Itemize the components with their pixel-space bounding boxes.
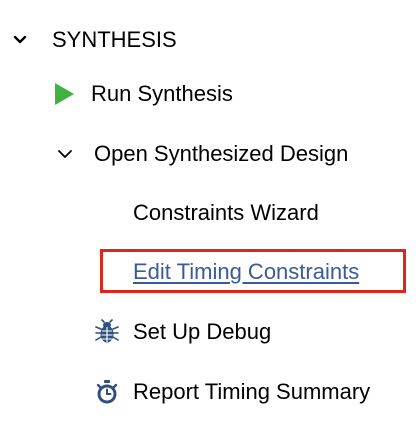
set-up-debug-label: Set Up Debug — [133, 319, 272, 344]
edit-timing-constraints-link[interactable]: Edit Timing Constraints — [133, 252, 359, 292]
set-up-debug-item[interactable]: Set Up Debug — [94, 312, 271, 352]
flow-navigator-panel: SYNTHESIS Run Synthesis Open Synthesized… — [0, 0, 418, 424]
constraints-wizard-label: Constraints Wizard — [133, 200, 319, 225]
run-synthesis-label: Run Synthesis — [91, 81, 233, 106]
play-icon — [52, 82, 76, 106]
chevron-down-icon[interactable] — [12, 35, 28, 45]
edit-timing-constraints-label[interactable]: Edit Timing Constraints — [133, 259, 359, 285]
bug-icon — [94, 319, 120, 345]
synthesis-section-header[interactable]: SYNTHESIS — [12, 20, 177, 60]
open-synthesized-design-label: Open Synthesized Design — [94, 141, 349, 166]
constraints-wizard-item[interactable]: Constraints Wizard — [133, 193, 319, 233]
run-synthesis-item[interactable]: Run Synthesis — [52, 74, 233, 114]
report-timing-summary-label: Report Timing Summary — [133, 379, 371, 404]
chevron-down-icon[interactable] — [56, 149, 74, 159]
report-timing-summary-item[interactable]: Report Timing Summary — [94, 372, 370, 412]
section-title: SYNTHESIS — [52, 27, 177, 52]
stopwatch-icon — [94, 379, 120, 405]
open-synthesized-design-item[interactable]: Open Synthesized Design — [56, 134, 348, 174]
